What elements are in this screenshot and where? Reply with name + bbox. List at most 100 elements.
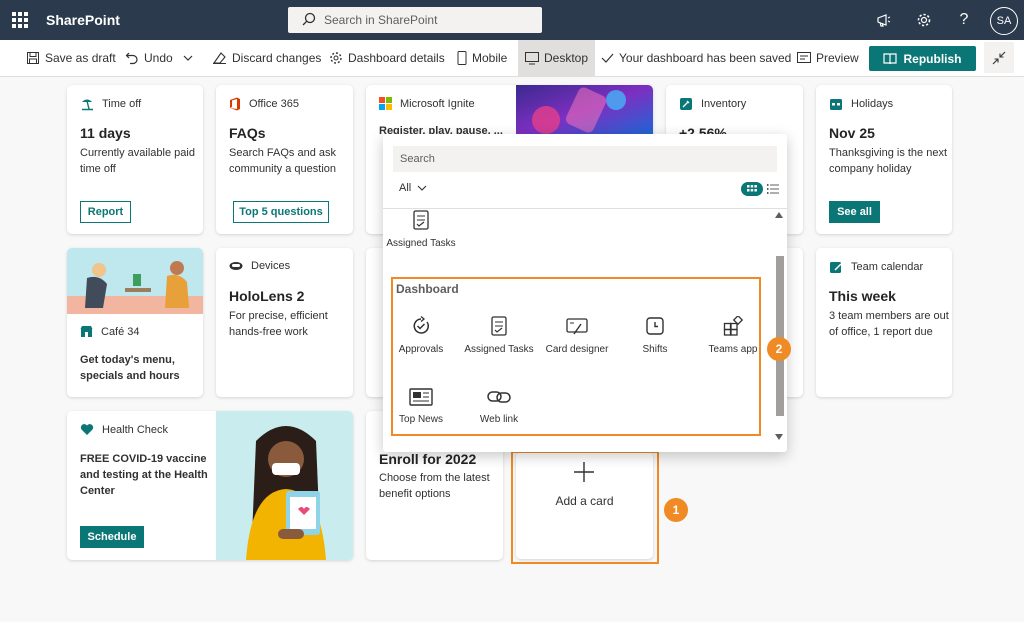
card-cafe[interactable]: Café 34 Get today's menu, specials and h…	[67, 248, 203, 397]
card-header-label: Team calendar	[851, 261, 924, 273]
card-header-label: Café 34	[101, 325, 140, 338]
schedule-button[interactable]: Schedule	[80, 526, 144, 548]
desktop-view-button[interactable]: Desktop	[518, 40, 596, 76]
republish-label: Republish	[903, 51, 962, 66]
calendar-icon	[830, 99, 842, 110]
preview-icon	[797, 52, 811, 63]
card-header: Health Check	[80, 423, 168, 436]
headset-icon	[229, 262, 243, 270]
desktop-icon	[525, 51, 539, 64]
card-body: Get today's menu, specials and hours	[80, 354, 180, 382]
brand-name[interactable]: SharePoint	[46, 12, 120, 28]
heart-icon	[80, 424, 94, 435]
filter-dropdown[interactable]: All	[399, 182, 427, 194]
card-body: Currently available paid time off	[80, 147, 195, 175]
save-status: Your dashboard has been saved	[601, 40, 791, 76]
card-header-label: Holidays	[851, 98, 894, 110]
card-time-off[interactable]: Time off 11 days Currently available pai…	[67, 85, 203, 234]
megaphone-icon[interactable]	[874, 10, 894, 30]
app-launcher-icon[interactable]	[12, 12, 28, 28]
card-header-label: Office 365	[249, 98, 299, 110]
list-view-icon[interactable]	[767, 184, 779, 194]
card-header-label: Devices	[251, 260, 291, 272]
card-header-label: Time off	[102, 98, 142, 110]
search-input[interactable]: Search in SharePoint	[288, 7, 542, 33]
beach-icon	[82, 99, 93, 111]
grid-view-icon[interactable]	[741, 182, 763, 196]
health-illustration	[216, 411, 353, 560]
card-health-check[interactable]: Health Check FREE COVID-19 vaccine and t…	[67, 411, 353, 560]
flyout-search-input[interactable]: Search	[393, 146, 777, 172]
scroll-up-icon[interactable]	[775, 212, 783, 218]
scroll-down-icon[interactable]	[775, 434, 783, 440]
card-title: HoloLens 2	[229, 288, 305, 304]
card-title: This week	[829, 288, 896, 304]
flyout-scrollbar[interactable]	[773, 212, 785, 440]
discard-icon	[212, 52, 226, 64]
see-all-button[interactable]: See all	[829, 201, 880, 223]
discard-changes-button[interactable]: Discard changes	[212, 40, 321, 76]
card-body: 3 team members are out of office, 1 repo…	[829, 310, 949, 338]
cafe-illustration	[67, 248, 203, 314]
card-title: FAQs	[229, 125, 266, 141]
calendar-edit-icon	[830, 262, 842, 273]
card-header-label: Health Check	[102, 423, 169, 436]
mobile-view-button[interactable]: Mobile	[457, 40, 507, 76]
flyout-item-label: Assigned Tasks	[386, 238, 456, 249]
card-office-365[interactable]: Office 365 FAQs Search FAQs and ask comm…	[216, 85, 353, 234]
callout-badge-2: 2	[767, 337, 791, 361]
report-button[interactable]: Report	[80, 201, 131, 223]
card-header: Microsoft Ignite	[379, 97, 475, 110]
book-icon	[883, 52, 898, 64]
view-toggle[interactable]	[741, 182, 779, 196]
card-header-label: Inventory	[701, 98, 747, 110]
republish-button[interactable]: Republish	[869, 46, 976, 71]
card-team-calendar[interactable]: Team calendar This week 3 team members a…	[816, 248, 952, 397]
desktop-label: Desktop	[544, 51, 589, 65]
dashboard-details-label: Dashboard details	[348, 51, 445, 65]
collapse-button[interactable]	[984, 42, 1014, 73]
gear-icon[interactable]	[914, 10, 934, 30]
card-body: FREE COVID-19 vaccine and testing at the…	[80, 453, 208, 497]
save-icon	[27, 52, 39, 64]
card-body: For precise, efficient hands-free work	[229, 310, 328, 338]
save-draft-button[interactable]: Save as draft	[26, 40, 116, 76]
undo-label: Undo	[144, 51, 173, 65]
office-icon	[230, 97, 240, 111]
save-status-label: Your dashboard has been saved	[619, 51, 792, 65]
help-icon[interactable]: ?	[954, 10, 974, 30]
collapse-icon	[992, 51, 1006, 64]
card-header: Café 34	[80, 325, 140, 338]
dashboard-details-button[interactable]: Dashboard details	[329, 40, 445, 76]
mobile-label: Mobile	[472, 51, 508, 65]
card-title: Enroll for 2022	[379, 451, 477, 467]
undo-dropdown[interactable]	[182, 40, 194, 76]
card-title: Nov 25	[829, 125, 875, 141]
card-header-label: Microsoft Ignite	[400, 97, 475, 110]
card-body: Choose from the latest benefit options	[379, 472, 490, 500]
checkmark-icon	[601, 53, 614, 63]
highlight-add-card	[511, 451, 659, 564]
save-draft-label: Save as draft	[45, 51, 116, 65]
store-icon	[80, 326, 93, 337]
preview-button[interactable]: Preview	[797, 40, 859, 76]
card-holidays[interactable]: Holidays Nov 25 Thanksgiving is the next…	[816, 85, 952, 234]
pen-icon	[680, 98, 692, 110]
card-devices[interactable]: Devices HoloLens 2 For precise, efficien…	[216, 248, 353, 397]
top-questions-button[interactable]: Top 5 questions	[233, 201, 329, 223]
avatar[interactable]: SA	[990, 7, 1018, 35]
highlight-dashboard-section	[391, 277, 761, 436]
card-header: Devices	[229, 260, 290, 272]
preview-label: Preview	[816, 51, 859, 65]
flyout-item-assigned-tasks-top[interactable]: Assigned Tasks	[381, 210, 461, 249]
tasks-icon	[413, 210, 429, 230]
card-header: Time off	[80, 97, 141, 111]
suite-bar: SharePoint Search in SharePoint ? SA	[0, 0, 1024, 40]
search-icon	[302, 12, 316, 26]
card-body: Search FAQs and ask community a question	[229, 147, 336, 175]
callout-badge-1: 1	[664, 498, 688, 522]
card-header: Office 365	[229, 97, 299, 111]
undo-button[interactable]: Undo	[125, 40, 173, 76]
scrollbar-thumb[interactable]	[776, 256, 784, 416]
undo-icon	[125, 52, 138, 65]
